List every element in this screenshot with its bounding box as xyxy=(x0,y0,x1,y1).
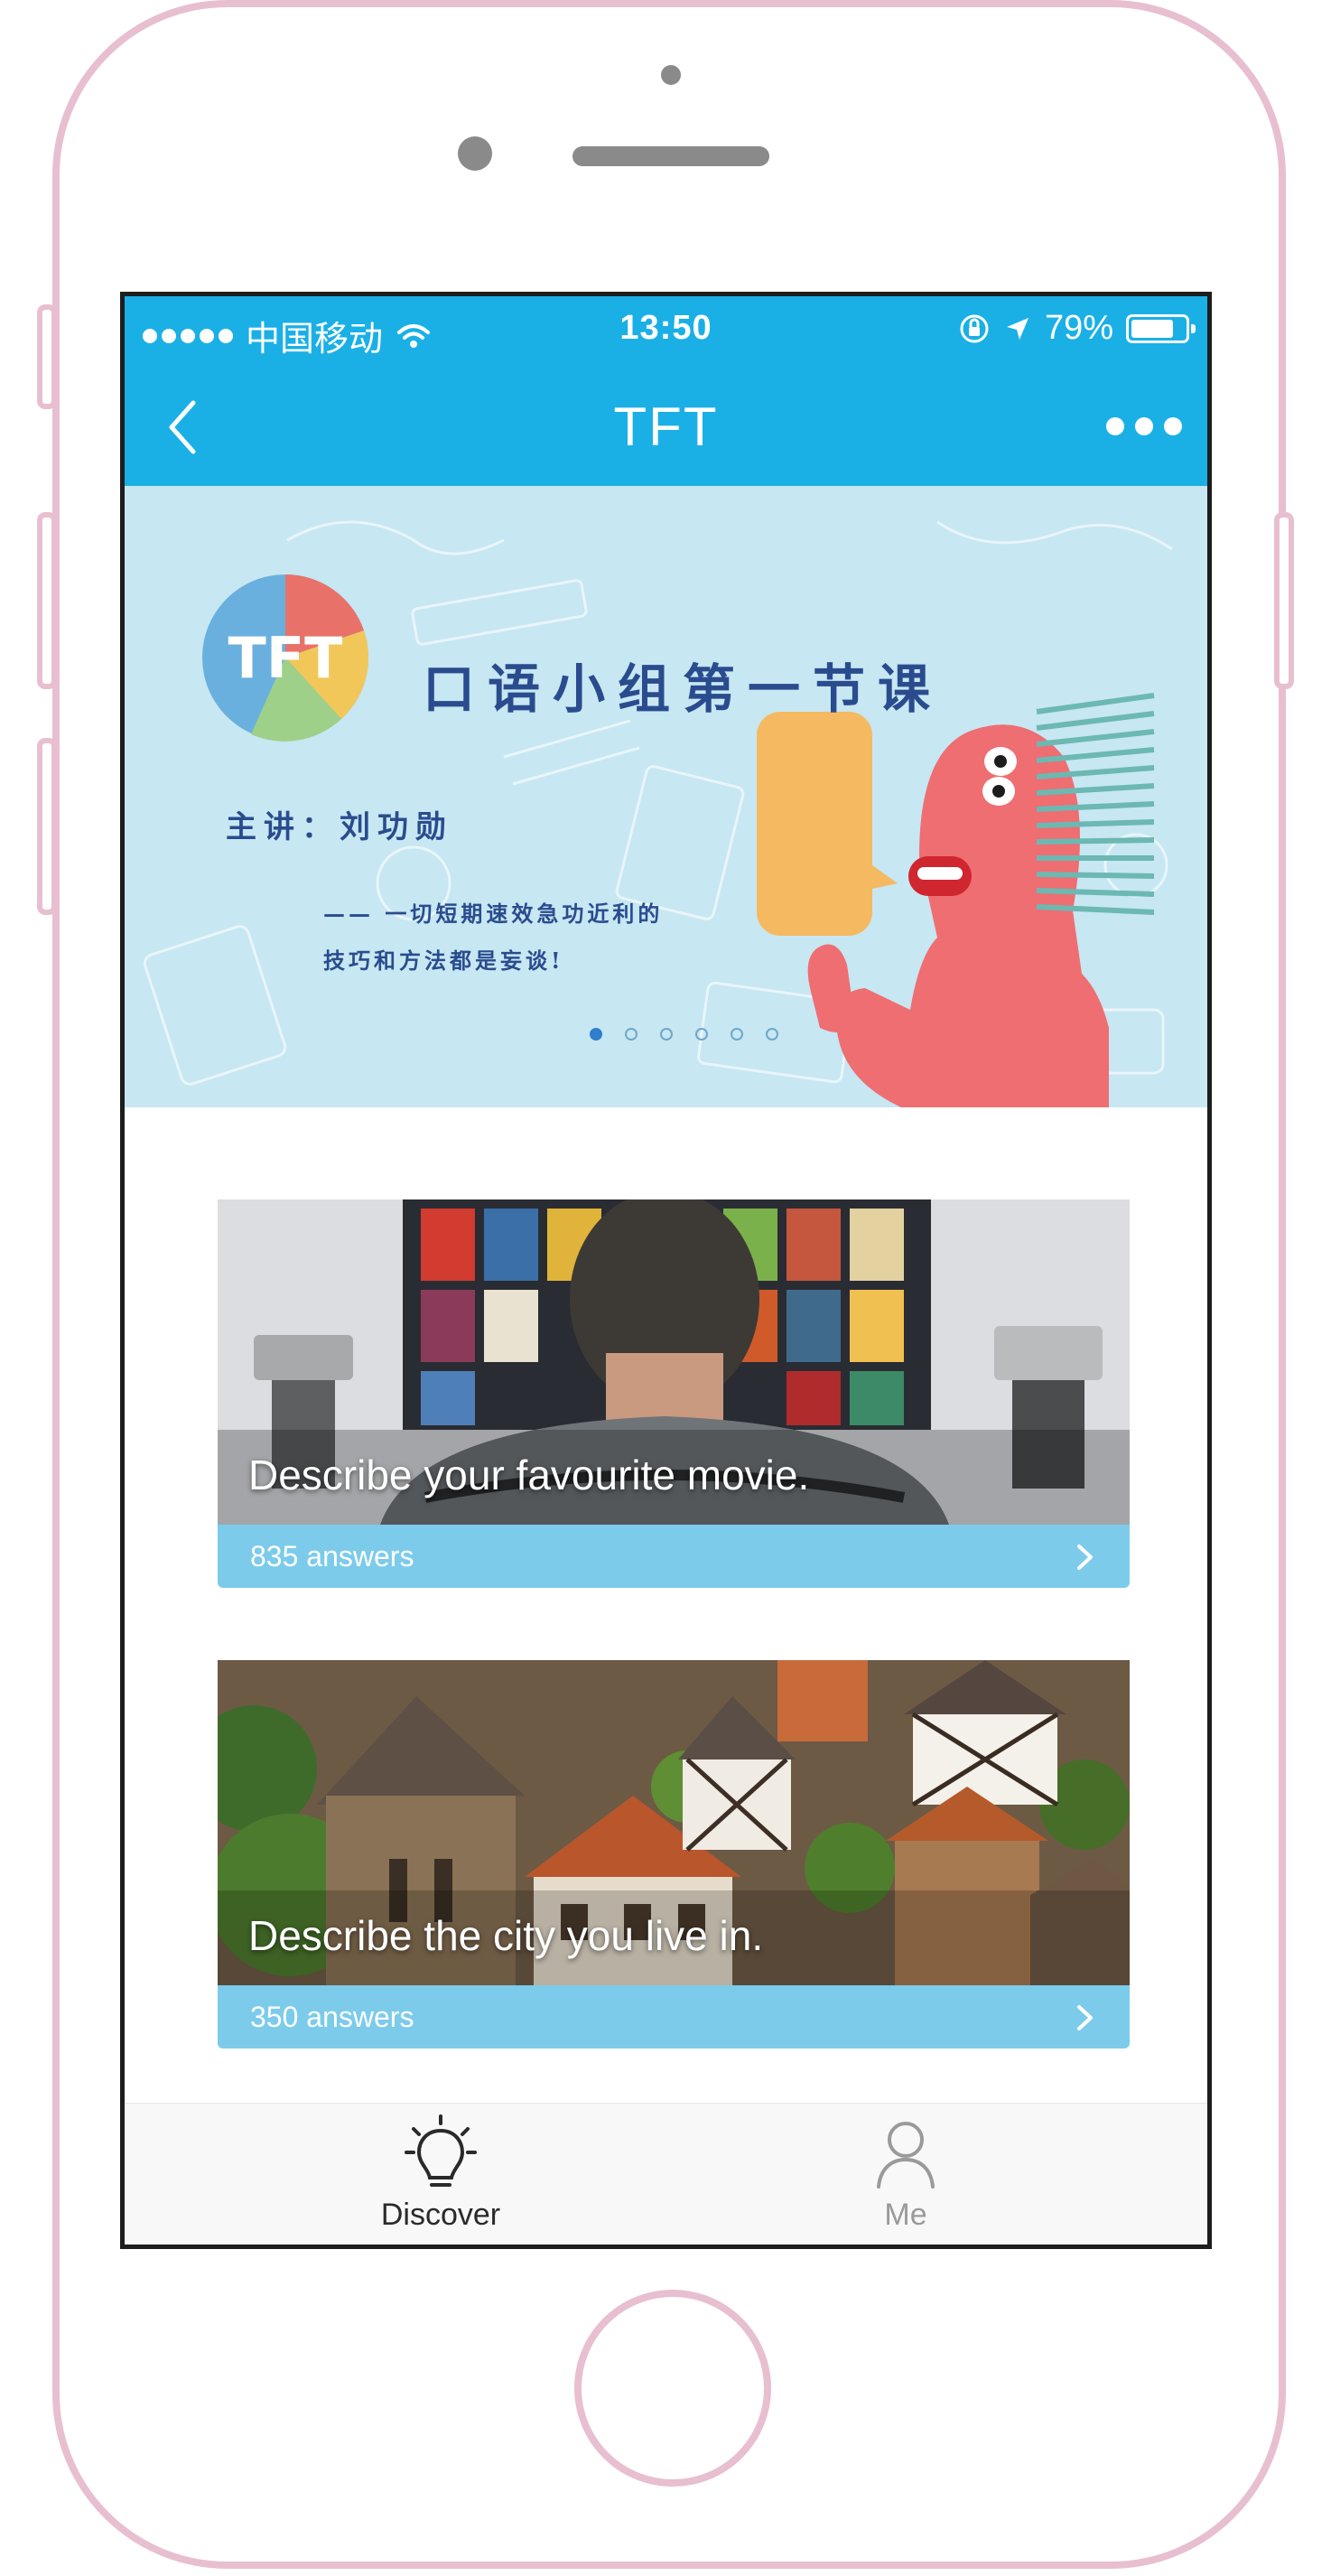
card-footer[interactable]: 350 answers xyxy=(218,1985,1130,2049)
speaker-icon xyxy=(572,146,769,166)
banner-speaker: 主讲：刘功勋 xyxy=(226,809,453,845)
battery-percent: 79% xyxy=(1044,309,1113,347)
camera-icon xyxy=(458,136,492,171)
card-footer[interactable]: 835 answers xyxy=(218,1525,1130,1588)
tab-bar: Discover Me xyxy=(125,2103,1207,2245)
tab-label: Discover xyxy=(380,2198,501,2232)
card-caption: Describe your favourite movie. xyxy=(248,1451,810,1498)
promo-banner[interactable]: TFT 口语小组第一节课 主讲：刘功勋 —— 一切短期速效急功近利的 技巧和方法… xyxy=(125,486,1207,1107)
tab-label: Me xyxy=(884,2198,927,2232)
battery-level xyxy=(1131,319,1173,338)
topic-card-movie[interactable]: Describe your favourite movie. 835 answe… xyxy=(218,1199,1130,1592)
nav-bar: TFT xyxy=(125,369,1207,486)
tft-logo-text: TFT xyxy=(228,625,343,691)
card-caption: Describe the city you live in. xyxy=(248,1912,764,1959)
topic-card-city[interactable]: Describe the city you live in. 350 answe… xyxy=(218,1660,1130,2053)
person-icon xyxy=(877,2122,935,2189)
sensor-icon xyxy=(661,65,681,85)
banner-quote-line-1: —— 一切短期速效急功近利的 xyxy=(323,901,664,927)
answer-count: 350 answers xyxy=(250,2001,414,2033)
banner-title: 口语小组第一节课 xyxy=(423,658,944,720)
more-dots-icon[interactable] xyxy=(1106,406,1182,446)
banner-illustration: TFT xyxy=(143,520,1173,1107)
banner-page-dot[interactable] xyxy=(625,1028,638,1041)
orientation-lock-icon xyxy=(960,314,989,342)
location-arrow-icon xyxy=(1006,317,1028,340)
status-bar: 中国移动 13:50 79% xyxy=(125,296,1207,369)
battery-icon xyxy=(1126,313,1196,343)
banner-page-dot[interactable] xyxy=(590,1028,602,1041)
lightbulb-icon xyxy=(405,2114,477,2187)
banner-page-dot[interactable] xyxy=(766,1028,778,1041)
banner-page-indicator[interactable] xyxy=(125,1028,1207,1041)
app-screen: 中国移动 13:50 79% TFT TFT 口语小组第一节课 主讲：刘功勋 —… xyxy=(120,292,1212,2249)
page-title: TFT xyxy=(613,397,719,457)
banner-page-dot[interactable] xyxy=(731,1028,743,1041)
banner-quote-line-2: 技巧和方法都是妄谈! xyxy=(323,947,564,974)
tab-me[interactable]: Me xyxy=(770,2104,1041,2245)
phone-mockup: 中国移动 13:50 79% TFT TFT 口语小组第一节课 主讲：刘功勋 —… xyxy=(0,0,1331,2576)
answer-count: 835 answers xyxy=(250,1540,414,1573)
tab-discover[interactable]: Discover xyxy=(305,2104,576,2245)
chevron-right-icon[interactable] xyxy=(1075,2004,1095,2031)
banner-page-dot[interactable] xyxy=(695,1028,708,1041)
chevron-right-icon[interactable] xyxy=(1075,1544,1095,1571)
banner-page-dot[interactable] xyxy=(660,1028,673,1041)
